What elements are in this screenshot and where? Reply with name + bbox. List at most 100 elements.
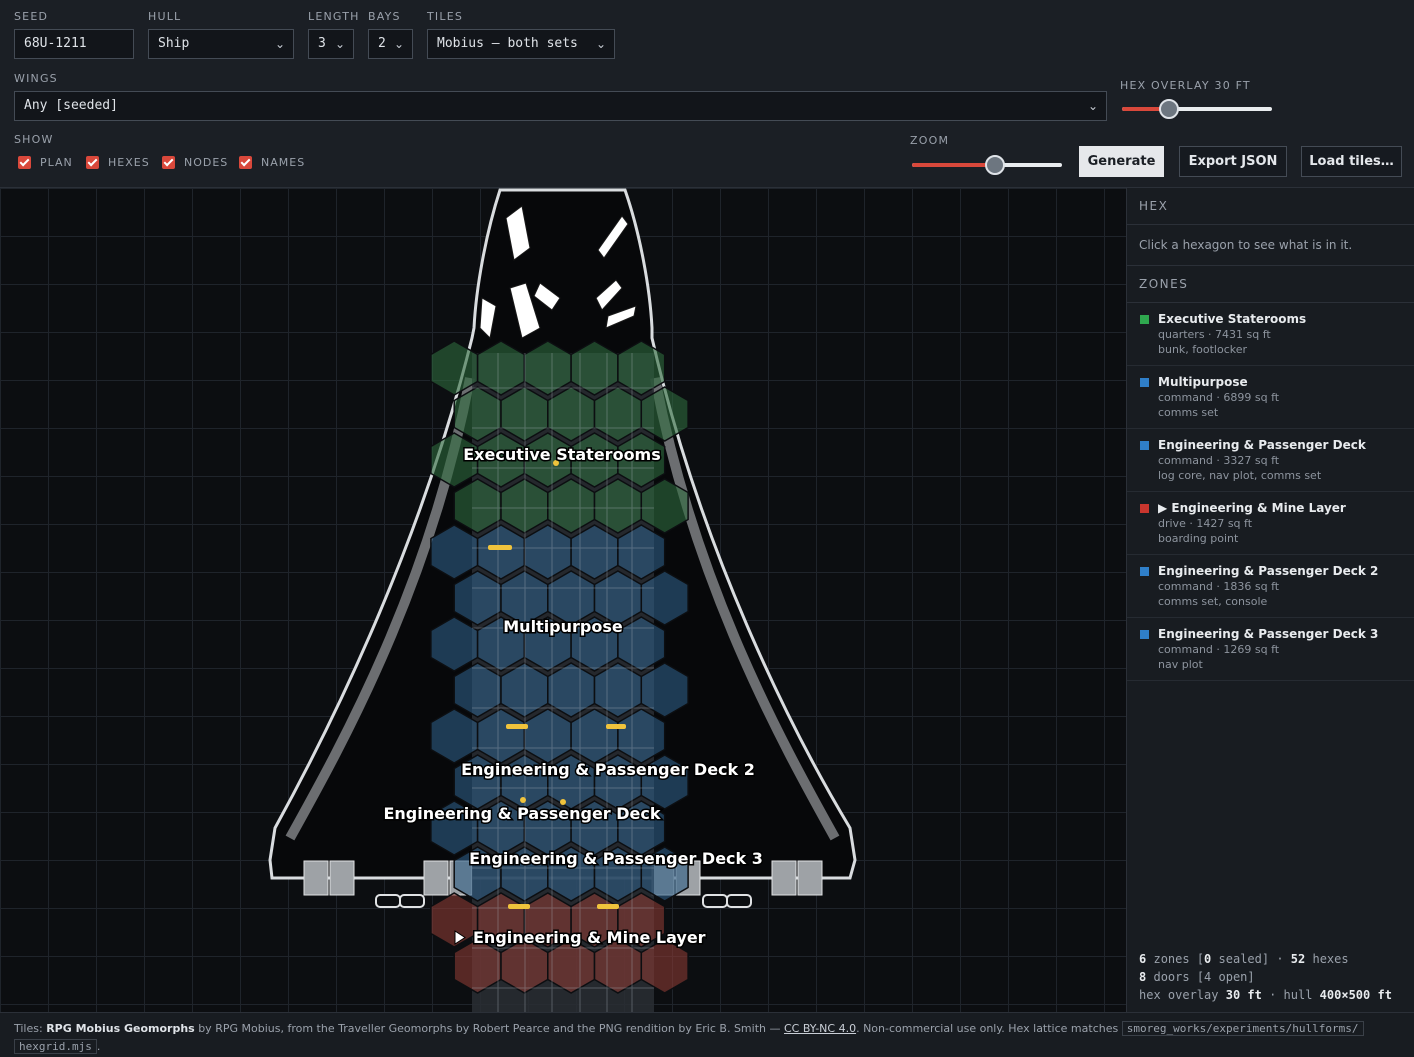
tileset-name: RPG Mobius Geomorphs [46, 1022, 195, 1035]
bays-label: BAYS [368, 10, 401, 23]
zone-label-multipurpose: Multipurpose [503, 617, 623, 636]
zone-color-swatch [1140, 441, 1149, 450]
license-link[interactable]: CC BY-NC 4.0 [784, 1022, 856, 1035]
tiles-select-value: Mobius — both sets [437, 36, 578, 51]
zoom-slider[interactable] [912, 155, 1062, 175]
zone-items: log core, nav plot, comms set [1158, 469, 1322, 482]
zone-items: comms set [1158, 406, 1219, 419]
seed-label: SEED [14, 10, 49, 23]
zone-items: nav plot [1158, 658, 1203, 671]
tiles-select[interactable]: Mobius — both sets ⌄ [427, 29, 615, 59]
show-label: SHOW [14, 133, 54, 146]
checkbox-checked-icon [18, 155, 31, 169]
tiles-label: TILES [427, 10, 464, 23]
zone-label-executive-staterooms: Executive Staterooms [463, 445, 661, 464]
zone-color-swatch [1140, 315, 1149, 324]
info-panel: HEX Click a hexagon to see what is in it… [1126, 188, 1414, 1012]
names-checkbox-label: NAMES [261, 155, 306, 169]
zone-items: boarding point [1158, 532, 1239, 545]
zone-meta: drive · 1427 sq ft [1158, 517, 1253, 530]
seed-input[interactable]: 68U-1211 [14, 29, 134, 59]
checkbox-checked-icon [86, 155, 99, 169]
zones-list: Executive Staterooms quarters · 7431 sq … [1127, 303, 1414, 681]
length-label: LENGTH [308, 10, 360, 23]
zone-item[interactable]: Engineering & Passenger Deck command · 3… [1127, 429, 1414, 492]
wings-select[interactable]: Any [seeded] ⌄ [14, 91, 1107, 121]
source-path: smoreg_works/experiments/hullforms/ [1121, 1021, 1364, 1036]
credits-line-2: hexgrid.mjs. [14, 1039, 100, 1054]
zone-color-swatch [1140, 630, 1149, 639]
checkbox-checked-icon [239, 155, 252, 169]
zones-section-title: ZONES [1127, 266, 1414, 303]
plan-checkbox[interactable]: PLAN [18, 154, 73, 170]
chevron-down-icon: ⌄ [274, 37, 285, 51]
hexes-checkbox[interactable]: HEXES [86, 154, 150, 170]
zone-item[interactable]: Engineering & Passenger Deck 3 command ·… [1127, 618, 1414, 681]
checkbox-checked-icon [162, 155, 175, 169]
zone-name: Multipurpose [1158, 375, 1248, 389]
zone-color-swatch [1140, 567, 1149, 576]
zone-label-engineering-mine-layer: Engineering & Mine Layer [473, 928, 706, 947]
hull-select[interactable]: Ship ⌄ [148, 29, 294, 59]
chevron-down-icon: ⌄ [595, 37, 606, 51]
nodes-checkbox-label: NODES [184, 155, 229, 169]
slider-thumb[interactable] [1159, 99, 1179, 119]
chevron-down-icon: ⌄ [334, 37, 345, 51]
zone-name: Engineering & Passenger Deck 2 [1158, 564, 1379, 578]
generate-button[interactable]: Generate [1079, 146, 1164, 177]
hex-cell[interactable] [430, 892, 479, 948]
zone-name: ▶ Engineering & Mine Layer [1158, 501, 1346, 515]
zone-name: Engineering & Passenger Deck 3 [1158, 627, 1379, 641]
hex-hint: Click a hexagon to see what is in it. [1127, 225, 1414, 266]
zone-item[interactable]: Engineering & Passenger Deck 2 command ·… [1127, 555, 1414, 618]
zoom-label: ZOOM [910, 134, 950, 147]
names-checkbox[interactable]: NAMES [239, 154, 305, 170]
hex-overlay-label: HEX OVERLAY 30 FT [1120, 79, 1251, 92]
wings-label: WINGS [14, 72, 58, 85]
ship-plan[interactable]: Executive Staterooms Multipurpose Engine… [0, 188, 1126, 1012]
wings-select-value: Any [seeded] [24, 98, 118, 113]
stats-line-overlay: hex overlay 30 ft · hull 400×500 ft [1139, 988, 1392, 1002]
chevron-down-icon: ⌄ [393, 37, 404, 51]
zone-color-swatch [1140, 504, 1149, 513]
ship-map-canvas[interactable]: Executive Staterooms Multipurpose Engine… [0, 188, 1126, 1012]
nodes-checkbox[interactable]: NODES [162, 154, 228, 170]
bays-select[interactable]: 2 ⌄ [368, 29, 413, 59]
export-json-button[interactable]: Export JSON [1179, 146, 1287, 177]
zone-label-engineering-passenger-deck-2: Engineering & Passenger Deck 2 [461, 760, 755, 779]
map-stats: 6 zones [0 sealed] · 52 hexes 8 doors [4… [1139, 950, 1392, 1004]
zone-label-engineering-passenger-deck-3: Engineering & Passenger Deck 3 [469, 849, 763, 868]
zone-name: Executive Staterooms [1158, 312, 1307, 326]
bays-select-value: 2 [378, 36, 386, 51]
load-tiles-button[interactable]: Load tiles… [1301, 146, 1402, 177]
chevron-down-icon: ⌄ [1087, 99, 1098, 113]
zone-meta: quarters · 7431 sq ft [1158, 328, 1271, 341]
zone-label-engineering-passenger-deck: Engineering & Passenger Deck [383, 804, 660, 823]
hex-section-title: HEX [1127, 188, 1414, 225]
source-file: hexgrid.mjs [14, 1039, 97, 1054]
controls-bar: SEED 68U-1211 HULL Ship ⌄ LENGTH 3 ⌄ BAY… [0, 0, 1414, 188]
zone-meta: command · 6899 sq ft [1158, 391, 1280, 404]
plan-checkbox-label: PLAN [40, 155, 73, 169]
zone-name: Engineering & Passenger Deck [1158, 438, 1366, 452]
hull-label: HULL [148, 10, 182, 23]
zone-color-swatch [1140, 378, 1149, 387]
hex-overlay-slider[interactable] [1122, 99, 1272, 119]
zone-item[interactable]: ▶ Engineering & Mine Layer drive · 1427 … [1127, 492, 1414, 555]
zone-meta: command · 3327 sq ft [1158, 454, 1280, 467]
hull-select-value: Ship [158, 36, 190, 51]
length-select[interactable]: 3 ⌄ [308, 29, 354, 59]
zone-meta: command · 1269 sq ft [1158, 643, 1280, 656]
stats-line-doors: 8 doors [4 open] [1139, 970, 1255, 984]
zone-items: comms set, console [1158, 595, 1268, 608]
credits-footer: Tiles: RPG Mobius Geomorphs by RPG Mobiu… [0, 1012, 1414, 1057]
zone-items: bunk, footlocker [1158, 343, 1248, 356]
hexes-checkbox-label: HEXES [108, 155, 150, 169]
credits-line: Tiles: RPG Mobius Geomorphs by RPG Mobiu… [14, 1021, 1364, 1036]
zone-meta: command · 1836 sq ft [1158, 580, 1280, 593]
length-select-value: 3 [318, 36, 326, 51]
zone-item[interactable]: Multipurpose command · 6899 sq ft comms … [1127, 366, 1414, 429]
slider-thumb[interactable] [985, 155, 1005, 175]
stats-line-zones: 6 zones [0 sealed] · 52 hexes [1139, 952, 1349, 966]
zone-item[interactable]: Executive Staterooms quarters · 7431 sq … [1127, 303, 1414, 366]
